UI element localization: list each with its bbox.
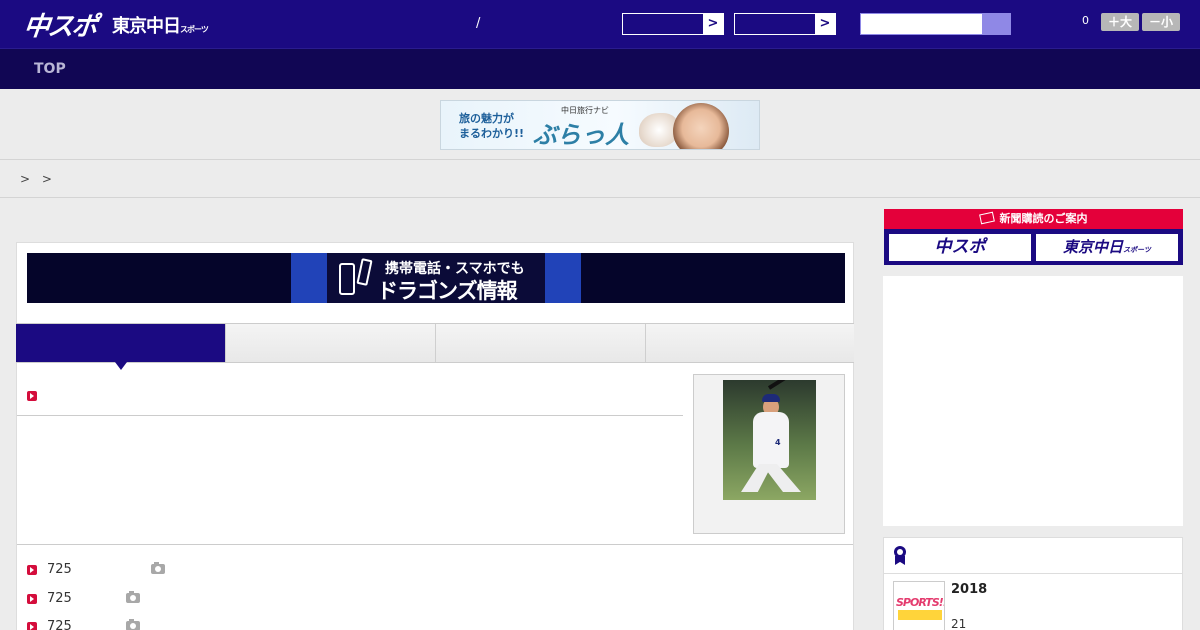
nav-item-top[interactable]: TOP: [34, 61, 66, 77]
top-ad-band: 旅の魅力が まるわかり!! 中日旅行ナビ ぶらっ人: [0, 89, 1200, 160]
featured-photo-box[interactable]: 4: [693, 374, 845, 534]
tokyo-chunichi-logo-small: スポーツ: [180, 25, 209, 34]
player-legs: [741, 464, 801, 492]
font-size-indicator: 0: [1082, 14, 1089, 27]
subscription-box: 新聞購読のご案内 中スポ 東京中日スポーツ: [884, 209, 1183, 265]
sidebar-ad-slot[interactable]: [883, 276, 1183, 526]
list-item[interactable]: 725: [27, 591, 227, 611]
category-select-1[interactable]: >: [622, 13, 724, 35]
award-year[interactable]: 2018: [951, 582, 987, 597]
list-item-text: 725: [47, 562, 72, 577]
breadcrumb-bar: > >: [0, 161, 1200, 198]
tab-3[interactable]: [436, 324, 646, 362]
headline-divider: [17, 415, 683, 416]
thumbnail-highlight: [898, 610, 942, 620]
news-tabs: [16, 323, 854, 370]
tokyo-chunichi-logo[interactable]: 東京中日スポーツ: [112, 12, 209, 38]
chevron-right-icon: >: [815, 14, 835, 34]
tokyo-chunichi-logo-text: 東京中日: [112, 16, 181, 37]
award-count: 21: [951, 617, 967, 630]
smartphone-icon: [339, 263, 355, 295]
breadcrumb: > >: [20, 172, 56, 186]
award-header: [884, 538, 1182, 574]
camera-icon: [126, 619, 140, 630]
category-select-2[interactable]: >: [734, 13, 836, 35]
tab-4[interactable]: [646, 324, 854, 362]
camera-icon: [126, 591, 140, 603]
subscription-title-text: 新聞購読のご案内: [999, 212, 1088, 225]
list-marker-icon: [27, 594, 37, 604]
player-uniform: [753, 412, 789, 468]
font-smaller-button[interactable]: －小: [1142, 13, 1180, 31]
chevron-right-icon: >: [703, 14, 723, 34]
subscribe-tokyo-text: 東京中日: [1063, 238, 1124, 256]
headline-marker-icon: [27, 391, 37, 401]
player-helmet: [762, 394, 780, 402]
award-box: SPORTS!! 2018 21: [883, 537, 1183, 630]
tab-1[interactable]: [16, 324, 226, 370]
travel-ad-line1: 旅の魅力が: [459, 112, 514, 125]
list-marker-icon: [27, 622, 37, 630]
subscribe-chuspo-button[interactable]: 中スポ: [888, 233, 1032, 262]
award-thumbnail[interactable]: SPORTS!!: [893, 581, 945, 630]
medal-ribbon: [895, 556, 905, 565]
main-content: 携帯電話・スマホでも ドラゴンズ情報 4 725 725 725: [16, 242, 854, 630]
main-nav: TOP: [0, 48, 1200, 89]
list-item[interactable]: 725: [27, 619, 227, 630]
list-item-text: 725: [47, 619, 72, 630]
travel-ad-tagline: 旅の魅力が まるわかり!!: [459, 111, 529, 141]
mobile-dragons-banner[interactable]: 携帯電話・スマホでも ドラゴンズ情報: [27, 253, 845, 303]
search-input[interactable]: [860, 13, 1011, 35]
newspaper-icon: [978, 211, 995, 225]
bat-shape: [767, 380, 804, 390]
subscribe-tokyo-button[interactable]: 東京中日スポーツ: [1035, 233, 1179, 262]
chuspo-logo[interactable]: 中スポ: [22, 6, 98, 43]
list-marker-icon: [27, 565, 37, 575]
list-item[interactable]: 725: [27, 562, 227, 582]
medal-icon: [894, 546, 906, 566]
banner-line2: ドラゴンズ情報: [377, 279, 518, 303]
search-button[interactable]: [982, 14, 1010, 34]
batter-photo: 4: [723, 380, 816, 500]
travel-ad-line2: まるわかり!!: [459, 127, 525, 140]
subscription-title: 新聞購読のご案内: [884, 209, 1183, 229]
tab-2[interactable]: [226, 324, 436, 362]
header-separator: /: [476, 16, 481, 31]
camera-icon: [151, 562, 165, 574]
travel-ad-banner[interactable]: 旅の魅力が まるわかり!! 中日旅行ナビ ぶらっ人: [440, 100, 760, 150]
jersey-number: 4: [775, 438, 781, 447]
subscribe-tokyo-small: スポーツ: [1123, 246, 1151, 254]
list-item-text: 725: [47, 591, 72, 606]
font-larger-button[interactable]: ＋大: [1101, 13, 1139, 31]
site-header: 中スポ 東京中日スポーツ / > > 0 ＋大 －小: [0, 0, 1200, 48]
thumbnail-text: SPORTS!!: [896, 596, 945, 609]
list-divider: [17, 544, 853, 545]
woman-photo: [673, 103, 729, 149]
travel-ad-brand: ぶらっ人: [533, 120, 629, 149]
